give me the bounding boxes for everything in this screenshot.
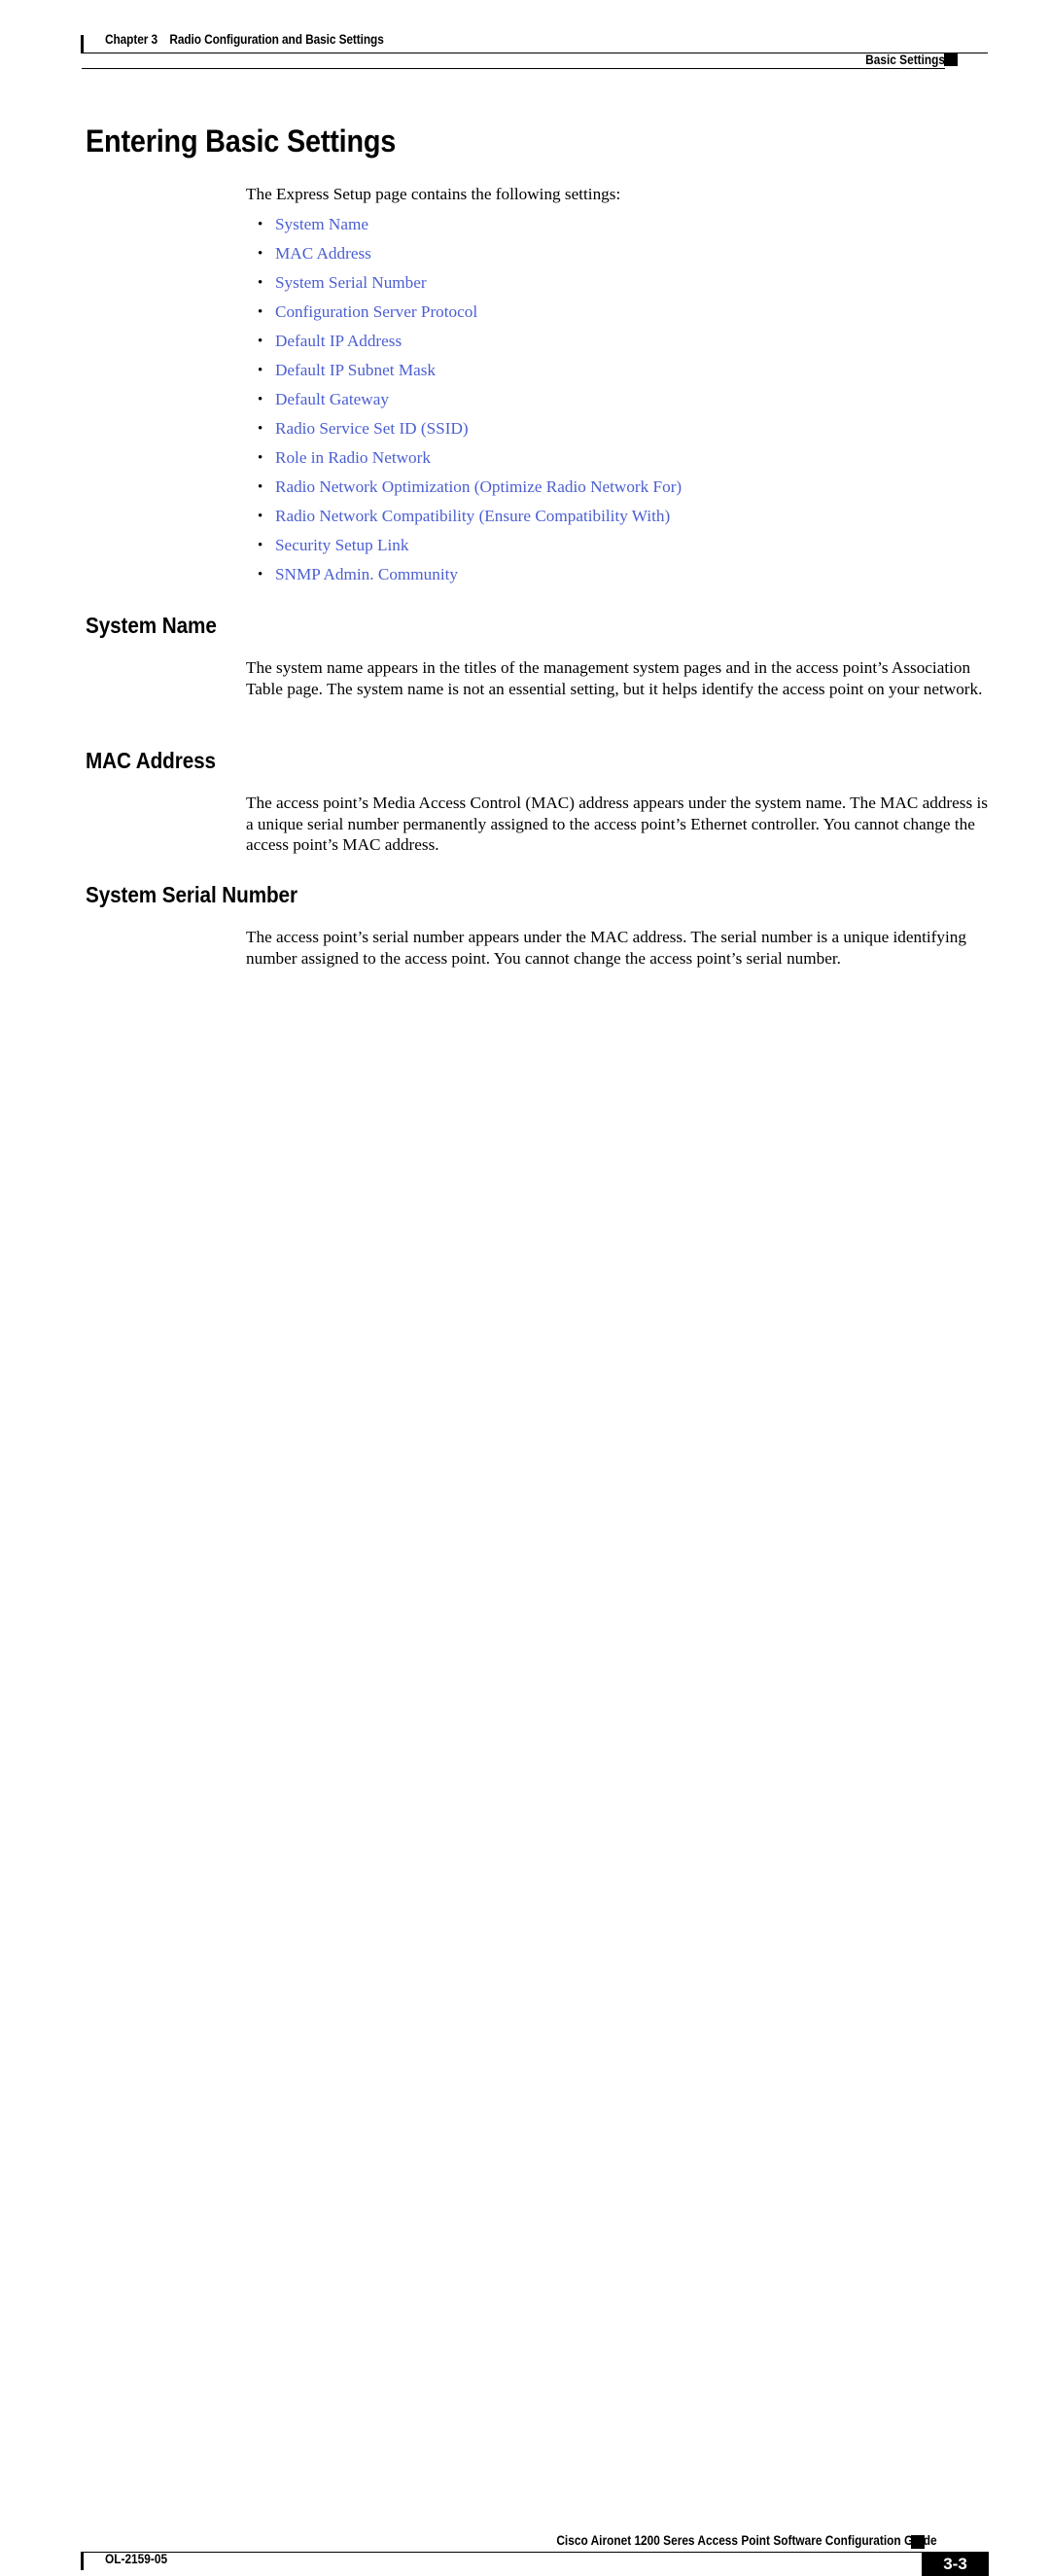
header-section-title: Basic Settings (865, 53, 945, 67)
cross-reference-link[interactable]: Radio Service Set ID (SSID) (275, 419, 469, 438)
cross-reference-link[interactable]: Role in Radio Network (275, 448, 431, 467)
section-body-system-serial-number: The access point’s serial number appears… (246, 928, 966, 968)
cross-reference-link[interactable]: Default IP Address (275, 332, 402, 350)
footer-left-tick-mark (81, 2552, 84, 2570)
settings-link-list: System Name MAC Address System Serial Nu… (246, 213, 988, 592)
header-chapter-breadcrumb: Chapter 3 Radio Configuration and Basic S… (105, 32, 384, 47)
intro-paragraph: The Express Setup page contains the foll… (246, 185, 621, 203)
list-item: Default Gateway (246, 388, 988, 417)
header-rule-bottom (82, 68, 945, 69)
list-item: System Name (246, 213, 988, 242)
cross-reference-link[interactable]: Radio Network Compatibility (Ensure Comp… (275, 507, 670, 525)
footer-square-marker-icon (911, 2535, 925, 2549)
section-body-mac-address: The access point’s Media Access Control … (246, 794, 988, 854)
section-heading-system-name: System Name (86, 613, 217, 638)
page-footer: Cisco Aironet 1200 Seres Access Point So… (0, 1254, 1050, 2576)
cross-reference-link[interactable]: Security Setup Link (275, 536, 408, 554)
section-heading-mac-address: MAC Address (86, 748, 216, 773)
cross-reference-link[interactable]: System Name (275, 215, 368, 233)
list-item: Role in Radio Network (246, 446, 988, 476)
list-item: SNMP Admin. Community (246, 563, 988, 592)
section-heading-system-serial-number: System Serial Number (86, 882, 298, 907)
footer-document-id: OL-2159-05 (105, 2552, 168, 2566)
cross-reference-link[interactable]: System Serial Number (275, 273, 427, 292)
cross-reference-link[interactable]: MAC Address (275, 244, 371, 263)
header-left-tick-mark (81, 35, 84, 53)
list-item: MAC Address (246, 242, 988, 271)
list-item: Default IP Subnet Mask (246, 359, 988, 388)
page-header: Chapter 3 Radio Configuration and Basic S… (0, 0, 1050, 88)
header-chapter-title: Radio Configuration and Basic Settings (169, 32, 384, 47)
header-square-marker-icon (944, 53, 958, 66)
list-item: System Serial Number (246, 271, 988, 300)
header-chapter-number: Chapter 3 (105, 32, 158, 47)
list-item: Radio Service Set ID (SSID) (246, 417, 988, 446)
cross-reference-link[interactable]: Default Gateway (275, 390, 389, 408)
cross-reference-link[interactable]: Configuration Server Protocol (275, 302, 477, 321)
footer-guide-title: Cisco Aironet 1200 Seres Access Point So… (556, 2533, 937, 2548)
list-item: Radio Network Compatibility (Ensure Comp… (246, 505, 988, 534)
cross-reference-link[interactable]: Radio Network Optimization (Optimize Rad… (275, 477, 682, 496)
footer-rule (82, 2552, 945, 2553)
list-item: Default IP Address (246, 330, 988, 359)
footer-page-number: 3-3 (922, 2552, 989, 2576)
list-item: Configuration Server Protocol (246, 300, 988, 330)
document-page: Chapter 3 Radio Configuration and Basic S… (0, 0, 1050, 2576)
cross-reference-link[interactable]: Default IP Subnet Mask (275, 361, 436, 379)
section-body-system-name: The system name appears in the titles of… (246, 658, 983, 698)
list-item: Security Setup Link (246, 534, 988, 563)
list-item: Radio Network Optimization (Optimize Rad… (246, 476, 988, 505)
page-title: Entering Basic Settings (86, 124, 397, 159)
cross-reference-link[interactable]: SNMP Admin. Community (275, 565, 458, 583)
